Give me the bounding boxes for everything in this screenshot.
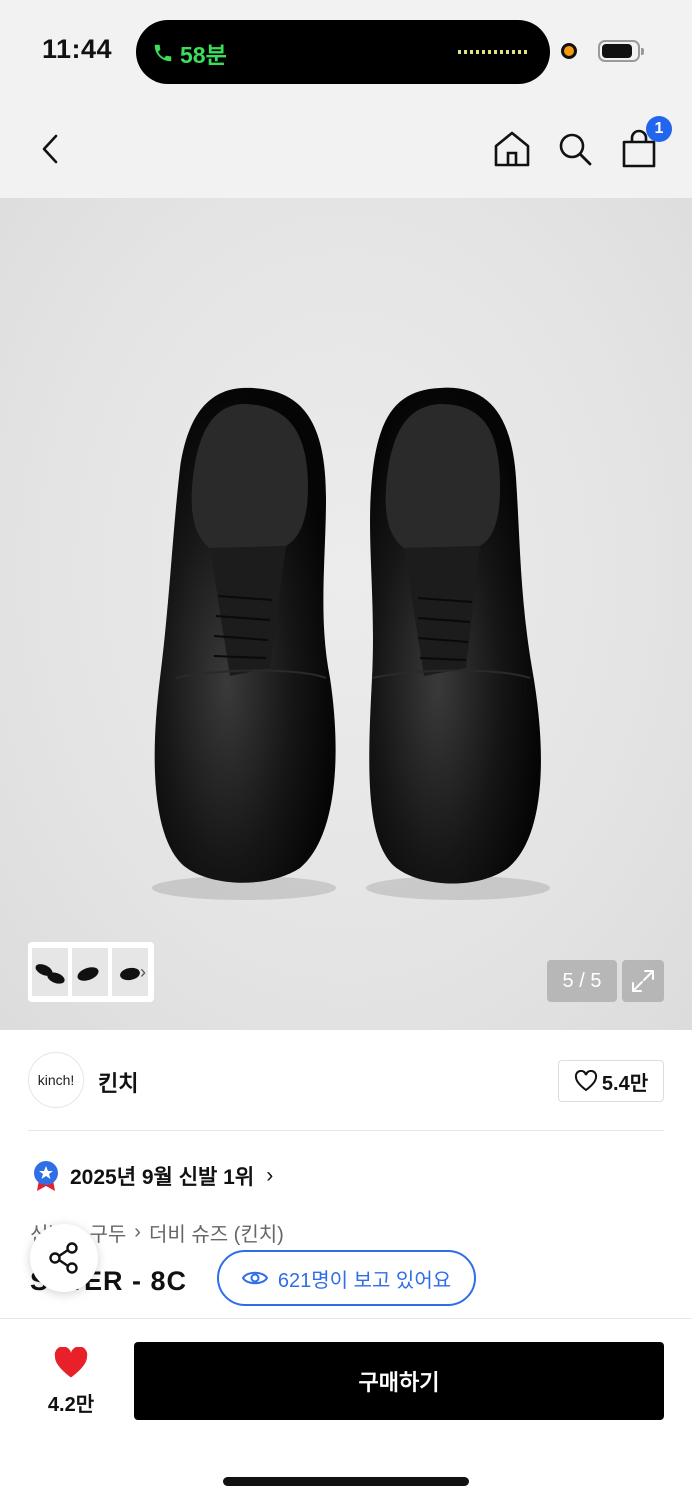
product-photo xyxy=(152,387,550,900)
cart-count-badge: 1 xyxy=(646,116,672,142)
breadcrumb-separator-icon: › xyxy=(134,1221,141,1243)
home-indicator[interactable] xyxy=(223,1477,469,1486)
cart-button[interactable]: 1 xyxy=(616,116,672,172)
thumbnail[interactable] xyxy=(72,948,108,996)
bottom-action-bar: 4.2만 구매하기 xyxy=(0,1318,692,1500)
ranking-text: 2025년 9월 신발 1위 xyxy=(70,1166,255,1189)
wishlist-button[interactable]: 4.2만 xyxy=(36,1346,106,1417)
share-button[interactable] xyxy=(30,1224,98,1292)
thumbnail-strip[interactable]: › xyxy=(28,942,154,1002)
call-duration: 58분 xyxy=(180,42,227,68)
mic-indicator xyxy=(561,43,577,59)
viewers-toast: 621명이 보고 있어요 xyxy=(217,1250,476,1306)
status-time: 11:44 xyxy=(42,34,113,64)
back-icon xyxy=(42,134,58,164)
search-button[interactable] xyxy=(552,126,598,172)
search-icon xyxy=(559,133,592,166)
expand-button[interactable] xyxy=(622,960,664,1002)
buy-button[interactable]: 구매하기 xyxy=(134,1342,664,1420)
breadcrumb-item[interactable]: 더비 슈즈 (킨치) xyxy=(149,1218,284,1247)
image-counter: 5 / 5 xyxy=(547,960,617,1002)
ranking-link[interactable]: 2025년 9월 신발 1위 › xyxy=(32,1160,273,1192)
home-icon xyxy=(494,131,530,167)
audio-wave xyxy=(458,50,528,54)
brand-like-count: 5.4만 xyxy=(601,1072,649,1095)
brand-row[interactable]: kinch! 킨치 5.4만 xyxy=(28,1052,664,1110)
share-icon xyxy=(49,1242,78,1274)
brand-logo[interactable]: kinch! xyxy=(28,1052,84,1108)
brand-name[interactable]: 킨치 xyxy=(98,1066,138,1098)
brand-like-button[interactable]: 5.4만 xyxy=(558,1060,664,1102)
chevron-right-icon: › xyxy=(140,962,146,982)
heart-filled-icon xyxy=(54,1346,88,1378)
viewers-text: 621명이 보고 있어요 xyxy=(277,1269,452,1292)
battery-icon xyxy=(598,40,644,62)
eye-icon xyxy=(241,1271,268,1285)
breadcrumb-item[interactable]: 구두 xyxy=(89,1218,126,1247)
expand-icon xyxy=(632,970,654,992)
phone-icon xyxy=(154,44,172,62)
heart-outline-icon xyxy=(574,1070,597,1092)
product-image-gallery[interactable]: › 5 / 5 xyxy=(0,198,692,1030)
home-button[interactable] xyxy=(489,126,535,172)
chevron-right-icon: › xyxy=(266,1164,274,1187)
divider xyxy=(28,1130,664,1131)
wishlist-count: 4.2만 xyxy=(47,1394,95,1416)
back-button[interactable] xyxy=(28,126,74,172)
call-indicator: 58분 xyxy=(152,36,227,70)
dynamic-island[interactable]: 58분 xyxy=(136,20,550,84)
star-badge-icon xyxy=(34,1161,58,1191)
status-bar: 11:44 58분 xyxy=(0,0,692,100)
top-nav: 1 xyxy=(0,100,692,198)
thumbnail[interactable] xyxy=(32,948,68,996)
